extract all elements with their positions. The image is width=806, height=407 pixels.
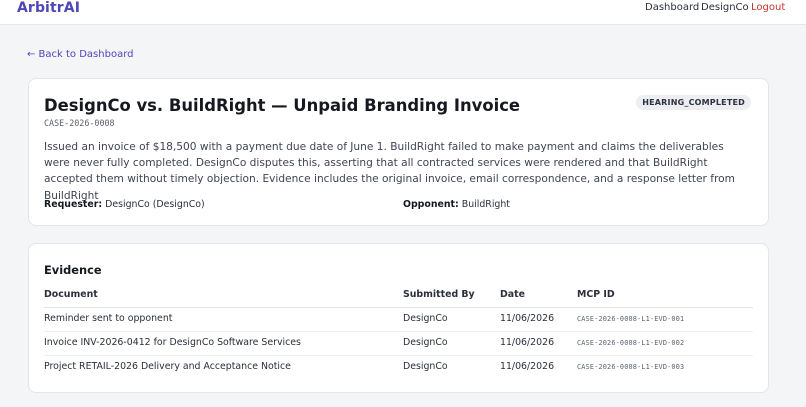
- nav-link-user[interactable]: DesignCo: [701, 2, 749, 13]
- column-header-document: Document: [44, 289, 98, 300]
- evidence-mcp-id: CASE-2026-0008-L1-EVD-002: [577, 339, 685, 347]
- evidence-mcp-id: CASE-2026-0008-L1-EVD-003: [577, 363, 685, 371]
- evidence-date: 11/06/2026: [500, 361, 555, 372]
- evidence-submitted-by: DesignCo: [403, 361, 448, 372]
- requester-label: Requester:: [44, 199, 103, 210]
- column-header-submitted-by: Submitted By: [403, 289, 475, 300]
- requester-info: Requester: DesignCo (DesignCo): [44, 199, 205, 210]
- top-navbar: ArbitrAI Dashboard DesignCo Logout: [0, 0, 806, 25]
- status-badge: HEARING_COMPLETED: [636, 95, 751, 110]
- case-summary-card: DesignCo vs. BuildRight — Unpaid Brandin…: [28, 78, 769, 226]
- table-row[interactable]: Invoice INV-2026-0412 for DesignCo Softw…: [44, 332, 753, 356]
- opponent-value: BuildRight: [461, 199, 510, 210]
- table-header: Document Submitted By Date MCP ID: [44, 284, 753, 308]
- evidence-mcp-id: CASE-2026-0008-L1-EVD-001: [577, 315, 685, 323]
- evidence-document: Reminder sent to opponent: [44, 313, 173, 324]
- brand-logo[interactable]: ArbitrAI: [17, 0, 80, 16]
- case-title: DesignCo vs. BuildRight — Unpaid Brandin…: [44, 96, 521, 115]
- evidence-document: Invoice INV-2026-0412 for DesignCo Softw…: [44, 337, 301, 348]
- evidence-card: Evidence Document Submitted By Date MCP …: [28, 243, 769, 393]
- evidence-date: 11/06/2026: [500, 313, 555, 324]
- table-row[interactable]: Project RETAIL-2026 Delivery and Accepta…: [44, 356, 753, 380]
- evidence-submitted-by: DesignCo: [403, 337, 448, 348]
- evidence-date: 11/06/2026: [500, 337, 555, 348]
- back-to-dashboard-link[interactable]: ← Back to Dashboard: [27, 49, 133, 60]
- opponent-label: Opponent:: [403, 199, 459, 210]
- evidence-table: Document Submitted By Date MCP ID Remind…: [44, 284, 753, 380]
- evidence-submitted-by: DesignCo: [403, 313, 448, 324]
- requester-value: DesignCo (DesignCo): [105, 199, 205, 210]
- logout-link[interactable]: Logout: [751, 2, 785, 13]
- evidence-document: Project RETAIL-2026 Delivery and Accepta…: [44, 361, 291, 372]
- evidence-title: Evidence: [44, 263, 102, 277]
- case-id: CASE-2026-0008: [44, 118, 115, 128]
- table-row[interactable]: Reminder sent to opponent DesignCo 11/06…: [44, 308, 753, 332]
- nav-link-dashboard[interactable]: Dashboard: [645, 2, 699, 13]
- case-description: Issued an invoice of $18,500 with a paym…: [44, 141, 735, 202]
- opponent-info: Opponent: BuildRight: [403, 199, 510, 210]
- column-header-date: Date: [500, 289, 525, 300]
- column-header-mcp-id: MCP ID: [577, 289, 615, 300]
